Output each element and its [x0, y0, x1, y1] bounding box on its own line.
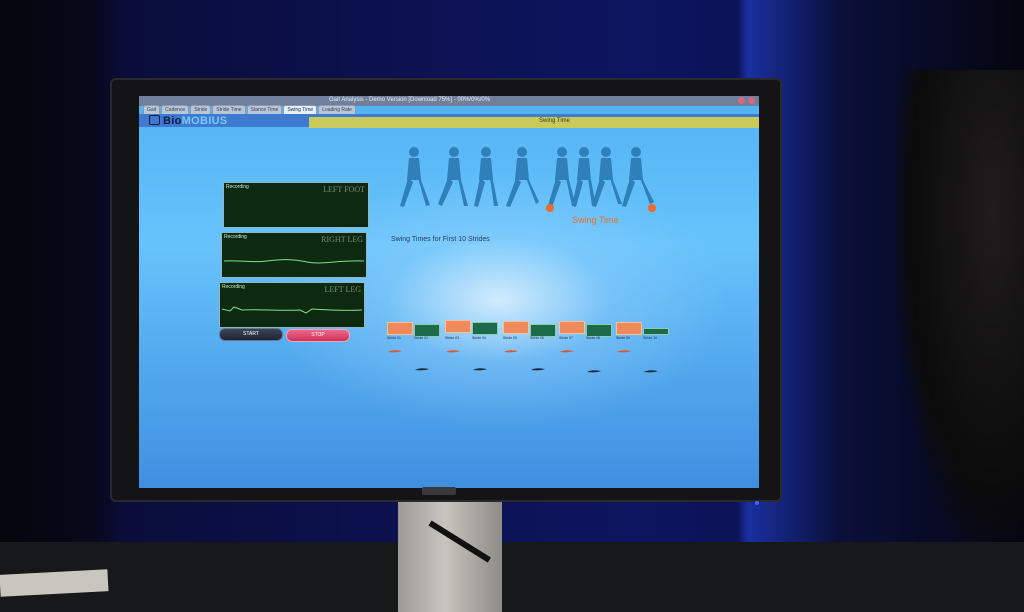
person-silhouette: [895, 70, 1024, 540]
red-foot-icon: [560, 350, 574, 353]
stride-label: Stride 05: [503, 336, 518, 340]
signal-trace: [221, 306, 363, 314]
dark-foot-icon: [473, 368, 487, 371]
close-button[interactable]: [748, 97, 755, 104]
power-led: [755, 501, 759, 505]
swing-time-label: Swing Time: [572, 215, 619, 225]
stride-value-box: [643, 328, 669, 335]
stride-value-box: [387, 322, 413, 335]
graph-left-foot: Recording LEFT FOOT: [223, 182, 369, 228]
monitor: Gait Analysis - Demo Version [Download 7…: [110, 78, 782, 505]
minimize-button[interactable]: [738, 97, 745, 104]
walker-figure-icon: [622, 147, 656, 212]
desk-surface: [0, 542, 1024, 612]
stride-label: Stride 02: [414, 336, 429, 340]
tab-bar: Gait Cadence Stride Stride Time Stance T…: [143, 105, 356, 115]
stride-label: Stride 07: [559, 336, 574, 340]
graph-recording-label: Recording: [226, 184, 249, 190]
dark-foot-icon: [415, 368, 429, 371]
window-title: Gait Analysis - Demo Version [Download 7…: [329, 97, 491, 103]
graph-right-leg: Recording RIGHT LEG: [221, 232, 367, 278]
walker-figure-icon: [474, 147, 498, 207]
signal-trace: [223, 259, 365, 264]
stride-value-box: [472, 322, 498, 335]
stride-label: Stride 04: [472, 336, 487, 340]
stride-label: Stride 10: [643, 336, 658, 340]
graph-name: LEFT FOOT: [323, 185, 365, 194]
section-header: Swing Time: [309, 117, 759, 128]
stride-value-box: [445, 320, 471, 333]
walker-figure-icon: [400, 147, 430, 207]
stride-label: Stride 01: [387, 336, 402, 340]
start-button[interactable]: START: [219, 328, 283, 341]
walker-figure-icon: [506, 147, 539, 207]
red-foot-icon: [617, 350, 631, 353]
logo-icon: [149, 115, 160, 125]
monitor-logo: [422, 487, 456, 495]
graph-left-leg: Recording LEFT LEG: [219, 282, 365, 328]
dark-foot-icon: [644, 370, 658, 373]
swing-times-title: Swing Times for First 10 Strides: [391, 236, 490, 243]
stride-label: Stride 06: [530, 336, 545, 340]
red-foot-icon: [388, 350, 402, 353]
walking-sequence: [394, 144, 674, 224]
red-foot-icon: [446, 350, 460, 353]
stride-value-box: [616, 322, 642, 335]
brand-logo: BioMOBIUS: [149, 115, 227, 127]
dark-foot-icon: [587, 370, 601, 373]
red-foot-icon: [504, 350, 518, 353]
stride-results: Stride 01 Stride 02 Stride 03 Stride 04 …: [387, 320, 677, 412]
stop-button[interactable]: STOP: [286, 329, 350, 342]
stride-label: Stride 09: [616, 336, 631, 340]
app-window: Gait Analysis - Demo Version [Download 7…: [139, 96, 759, 488]
stride-value-box: [559, 321, 585, 334]
stride-value-box: [503, 321, 529, 334]
stride-label: Stride 08: [586, 336, 601, 340]
window-controls: [738, 97, 755, 104]
stride-label: Stride 03: [445, 336, 460, 340]
dark-foot-icon: [531, 368, 545, 371]
section-title: Swing Time: [539, 118, 571, 124]
